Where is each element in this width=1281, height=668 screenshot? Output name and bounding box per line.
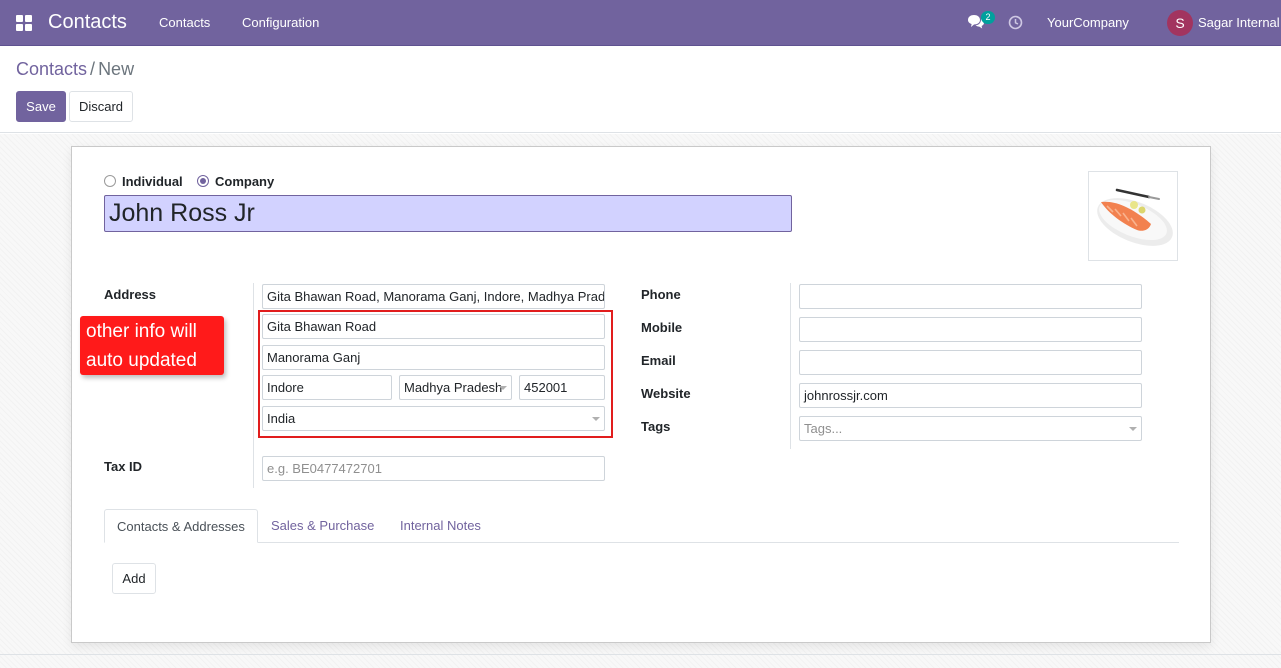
apps-menu-icon[interactable]	[16, 15, 32, 31]
chevron-down-icon	[499, 386, 507, 390]
radio-checked-icon	[197, 175, 209, 187]
tax-id-label: Tax ID	[104, 459, 143, 474]
menu-contacts[interactable]: Contacts	[159, 15, 210, 30]
tax-id-input[interactable]: e.g. BE0477472701	[262, 456, 605, 481]
contact-image[interactable]	[1088, 171, 1178, 261]
country-select[interactable]: India	[262, 406, 605, 431]
phone-input[interactable]	[799, 284, 1142, 309]
right-group-divider	[790, 283, 791, 449]
control-panel: Contacts / New Save Discard	[0, 46, 1281, 133]
annotation-callout: other info will auto updated	[80, 316, 224, 375]
state-select[interactable]: Madhya Pradesh	[399, 375, 512, 400]
user-avatar[interactable]: S	[1167, 10, 1193, 36]
content-bottom-border	[0, 654, 1281, 655]
zip-input[interactable]: 452001	[519, 375, 605, 400]
mobile-label: Mobile	[641, 320, 683, 335]
website-label: Website	[641, 386, 691, 401]
address-full-input[interactable]: Gita Bhawan Road, Manorama Ganj, Indore,…	[262, 284, 605, 309]
menu-configuration[interactable]: Configuration	[242, 15, 319, 30]
company-switcher[interactable]: YourCompany	[1047, 15, 1129, 30]
breadcrumb-contacts-link[interactable]: Contacts	[16, 59, 87, 79]
tab-contacts-addresses[interactable]: Contacts & Addresses	[104, 509, 258, 543]
form-view-background: Individual Company John Ross Jr Address …	[0, 134, 1281, 668]
radio-individual[interactable]: Individual	[104, 173, 183, 189]
app-name[interactable]: Contacts	[48, 11, 127, 34]
street2-input[interactable]: Manorama Ganj	[262, 345, 605, 370]
state-value: Madhya Pradesh	[404, 380, 503, 395]
user-menu[interactable]: Sagar Internal	[1198, 15, 1280, 30]
city-input[interactable]: Indore	[262, 375, 392, 400]
tags-input[interactable]: Tags...	[799, 416, 1142, 441]
radio-unchecked-icon	[104, 175, 116, 187]
email-label: Email	[641, 353, 676, 368]
country-value: India	[267, 411, 296, 426]
website-input[interactable]: johnrossjr.com	[799, 383, 1142, 408]
top-navbar: Contacts Contacts Configuration 2 YourCo…	[0, 0, 1281, 46]
tags-label: Tags	[641, 419, 671, 434]
street-input[interactable]: Gita Bhawan Road	[262, 314, 605, 339]
contact-name-input[interactable]: John Ross Jr	[104, 195, 792, 232]
chevron-down-icon	[1129, 427, 1137, 431]
radio-company[interactable]: Company	[197, 173, 274, 189]
mobile-input[interactable]	[799, 317, 1142, 342]
messages-badge: 2	[981, 11, 995, 24]
phone-label: Phone	[641, 287, 681, 302]
radio-company-label: Company	[215, 173, 275, 189]
left-group-divider	[253, 283, 254, 488]
breadcrumb: Contacts / New	[16, 59, 134, 80]
form-sheet: Individual Company John Ross Jr Address …	[71, 146, 1211, 643]
save-button[interactable]: Save	[16, 91, 66, 122]
breadcrumb-current: New	[98, 59, 135, 79]
tab-sales-purchase[interactable]: Sales & Purchase	[259, 509, 386, 543]
discard-button[interactable]: Discard	[69, 91, 133, 122]
address-label: Address	[104, 287, 157, 302]
salmon-plate-image	[1089, 172, 1177, 260]
add-contact-button[interactable]: Add	[112, 563, 156, 594]
activity-clock-icon[interactable]	[1008, 15, 1023, 30]
chevron-down-icon	[592, 417, 600, 421]
radio-individual-label: Individual	[122, 173, 183, 189]
tab-internal-notes[interactable]: Internal Notes	[388, 509, 493, 543]
tags-placeholder: Tags...	[804, 421, 843, 436]
breadcrumb-separator: /	[90, 59, 96, 79]
email-input[interactable]	[799, 350, 1142, 375]
